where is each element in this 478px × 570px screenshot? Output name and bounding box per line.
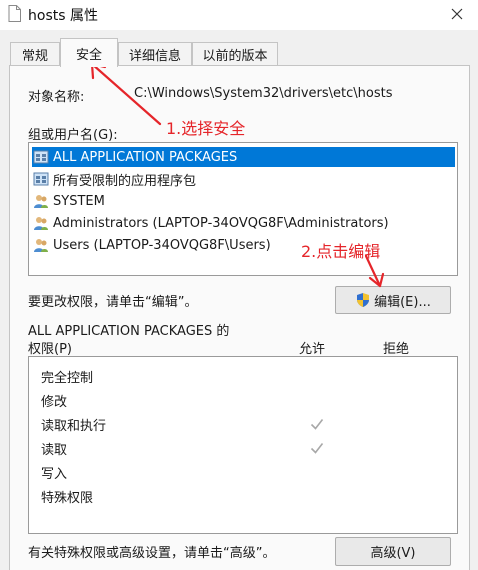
list-item-label: 所有受限制的应用程序包 <box>53 173 197 189</box>
permission-name: 完全控制 <box>41 370 94 386</box>
list-item-label: ALL APPLICATION PACKAGES <box>53 149 238 165</box>
object-name-label: 对象名称: <box>28 90 85 105</box>
allow-read-check-icon <box>310 443 324 454</box>
permission-name: 写入 <box>41 466 68 482</box>
permission-row: 读取 <box>41 437 441 459</box>
file-icon <box>8 5 21 22</box>
permission-row: 写入 <box>41 461 441 483</box>
permission-row: 特殊权限 <box>41 485 441 507</box>
step2-annotation: 2.点击编辑 <box>301 242 381 261</box>
permissions-heading: ALL APPLICATION PACKAGES 的 <box>28 324 230 339</box>
allow-read-execute-check-icon <box>310 419 324 430</box>
users-icon <box>34 217 48 230</box>
title-bar: hosts 属性 <box>0 0 478 30</box>
permissions-list[interactable]: 完全控制 修改 读取和执行 读取 写入 特殊权限 <box>28 356 458 534</box>
shield-icon <box>357 293 370 307</box>
groups-list[interactable]: ALL APPLICATION PACKAGES 所有受限制的应用程序包 SYS… <box>28 142 458 276</box>
allow-column-header: 允许 <box>299 342 326 357</box>
groups-label: 组或用户名(G): <box>28 128 118 143</box>
step1-annotation: 1.选择安全 <box>166 119 246 138</box>
edit-button[interactable]: 编辑(E)... <box>335 286 451 314</box>
permission-name: 读取和执行 <box>41 418 107 434</box>
advanced-button[interactable]: 高级(V) <box>335 537 451 566</box>
tab-details[interactable]: 详细信息 <box>118 42 192 66</box>
tab-general[interactable]: 常规 <box>10 42 60 66</box>
list-item-label: Administrators (LAPTOP-34OVQG8F\Administ… <box>53 215 389 231</box>
list-item[interactable]: 所有受限制的应用程序包 <box>32 169 455 189</box>
object-name-value: C:\Windows\System32\drivers\etc\hosts <box>134 86 393 101</box>
list-item[interactable]: ALL APPLICATION PACKAGES <box>32 147 455 167</box>
permission-name: 读取 <box>41 442 68 458</box>
close-button[interactable] <box>440 1 474 27</box>
list-item-label: SYSTEM <box>53 193 105 209</box>
permission-row: 读取和执行 <box>41 413 441 435</box>
list-item-label: Users (LAPTOP-34OVQG8F\Users) <box>53 237 271 253</box>
permissions-label: 权限(P) <box>28 342 72 357</box>
users-icon <box>34 195 48 208</box>
advanced-button-label: 高级(V) <box>370 546 416 561</box>
close-icon <box>451 8 463 20</box>
users-icon <box>34 239 48 252</box>
permission-row: 完全控制 <box>41 365 441 387</box>
app-package-icon <box>33 172 49 186</box>
change-permissions-hint: 要更改权限，请单击“编辑”。 <box>28 295 198 310</box>
permission-name: 特殊权限 <box>41 490 94 506</box>
window-title: hosts 属性 <box>28 8 98 24</box>
app-package-icon <box>33 150 49 164</box>
deny-column-header: 拒绝 <box>383 342 410 357</box>
permission-row: 修改 <box>41 389 441 411</box>
list-item[interactable]: Users (LAPTOP-34OVQG8F\Users) <box>32 235 455 255</box>
tab-previous-versions[interactable]: 以前的版本 <box>192 42 278 66</box>
tab-security[interactable]: 安全 <box>60 38 118 67</box>
advanced-settings-hint: 有关特殊权限或高级设置，请单击“高级”。 <box>28 546 276 561</box>
edit-button-label: 编辑(E)... <box>374 294 431 310</box>
permission-name: 修改 <box>41 394 68 410</box>
list-item[interactable]: Administrators (LAPTOP-34OVQG8F\Administ… <box>32 213 455 233</box>
list-item[interactable]: SYSTEM <box>32 191 455 211</box>
